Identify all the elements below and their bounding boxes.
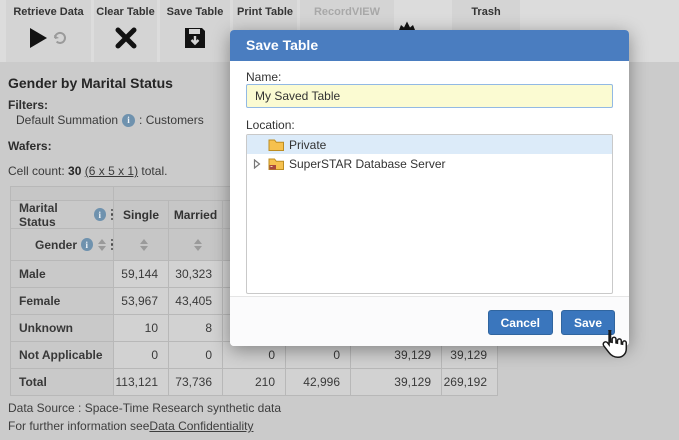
menu-dots-icon[interactable] bbox=[111, 209, 113, 220]
filter-item: Default Summation i : Customers bbox=[16, 113, 204, 127]
row-label: Total bbox=[11, 369, 114, 396]
info-icon[interactable]: i bbox=[81, 238, 93, 251]
table-cell: 39,129 bbox=[351, 342, 442, 369]
confidentiality-prefix: For further information see bbox=[8, 419, 149, 433]
page-title: Gender by Marital Status bbox=[8, 75, 173, 91]
cell-count-value: 30 bbox=[68, 164, 81, 178]
column-header[interactable]: Married bbox=[169, 201, 223, 229]
tree-item-superstar-server[interactable]: SuperSTAR Database Server bbox=[247, 154, 612, 173]
save-table-dialog: Save Table Name: Location: Private Super… bbox=[230, 30, 629, 346]
dialog-footer: Cancel Save bbox=[230, 296, 629, 346]
column-header[interactable]: Single bbox=[114, 201, 169, 229]
table-cell: 73,736 bbox=[169, 369, 223, 396]
table-cell: 8 bbox=[169, 315, 223, 342]
tree-item-label: SuperSTAR Database Server bbox=[289, 157, 446, 171]
row-label: Not Applicable bbox=[11, 342, 114, 369]
expand-caret-icon[interactable] bbox=[253, 159, 261, 169]
table-row: Not Applicable 0 0 0 0 39,129 39,129 bbox=[11, 342, 498, 369]
table-row-total: Total 113,121 73,736 210 42,996 39,129 2… bbox=[11, 369, 498, 396]
table-cell: 10 bbox=[114, 315, 169, 342]
table-cell: 39,129 bbox=[442, 342, 498, 369]
retrieve-data-button[interactable]: Retrieve Data bbox=[6, 0, 91, 62]
cell-count-link[interactable]: (6 x 5 x 1) bbox=[85, 164, 138, 178]
info-icon[interactable]: i bbox=[94, 208, 106, 221]
table-cell: 59,144 bbox=[114, 261, 169, 288]
location-tree: Private SuperSTAR Database Server bbox=[246, 134, 613, 294]
table-cell: 0 bbox=[286, 342, 351, 369]
folder-icon bbox=[268, 138, 284, 151]
tree-item-label: Private bbox=[289, 138, 326, 152]
name-input[interactable] bbox=[246, 84, 613, 108]
sort-icon[interactable] bbox=[98, 239, 106, 251]
row-label: Female bbox=[11, 288, 114, 315]
table-cell: 210 bbox=[223, 369, 286, 396]
refresh-icon bbox=[52, 30, 68, 46]
save-floppy-icon bbox=[183, 26, 207, 50]
table-cell: 53,967 bbox=[114, 288, 169, 315]
sort-icon[interactable] bbox=[194, 239, 202, 251]
column-variable-cell[interactable]: Marital Status i bbox=[11, 201, 114, 229]
filter-value: : Customers bbox=[139, 113, 204, 127]
cell-count: Cell count: 30 (6 x 5 x 1) total. bbox=[8, 164, 167, 178]
table-cell: 0 bbox=[223, 342, 286, 369]
table-cell: 43,405 bbox=[169, 288, 223, 315]
recordview-label: RecordVIEW bbox=[314, 6, 380, 18]
confidentiality-note: For further information seeData Confiden… bbox=[8, 419, 253, 433]
column-variable-label: Marital Status bbox=[19, 201, 90, 229]
tree-item-private[interactable]: Private bbox=[247, 135, 612, 154]
clear-table-button[interactable]: Clear Table bbox=[94, 0, 157, 62]
gear-icon[interactable] bbox=[396, 18, 422, 30]
table-cell: 113,121 bbox=[114, 369, 169, 396]
table-cell: 0 bbox=[169, 342, 223, 369]
name-label: Name: bbox=[246, 70, 281, 84]
save-table-label: Save Table bbox=[167, 6, 224, 18]
table-cell: 39,129 bbox=[351, 369, 442, 396]
table-cell: 0 bbox=[114, 342, 169, 369]
menu-dots-icon[interactable] bbox=[111, 239, 113, 250]
table-cell: 42,996 bbox=[286, 369, 351, 396]
dialog-title: Save Table bbox=[230, 30, 629, 61]
clear-table-label: Clear Table bbox=[96, 6, 155, 18]
clear-x-icon bbox=[114, 26, 138, 50]
data-confidentiality-link[interactable]: Data Confidentiality bbox=[149, 419, 253, 433]
cell-count-prefix: Cell count: bbox=[8, 164, 68, 178]
wafers-label: Wafers: bbox=[8, 139, 52, 153]
filter-name: Default Summation bbox=[16, 113, 118, 127]
trash-label: Trash bbox=[471, 6, 500, 18]
retrieve-data-label: Retrieve Data bbox=[13, 6, 83, 18]
table-cell: 269,192 bbox=[442, 369, 498, 396]
info-icon[interactable]: i bbox=[122, 114, 135, 127]
row-label: Unknown bbox=[11, 315, 114, 342]
cell-count-suffix: total. bbox=[138, 164, 167, 178]
hand-cursor bbox=[596, 327, 630, 366]
table-cell: 30,323 bbox=[169, 261, 223, 288]
cancel-button[interactable]: Cancel bbox=[488, 310, 553, 335]
filters-label: Filters: bbox=[8, 98, 48, 112]
play-icon bbox=[30, 28, 47, 48]
print-table-label: Print Table bbox=[237, 6, 293, 18]
row-variable-cell[interactable]: Gender i bbox=[11, 229, 114, 261]
row-label: Male bbox=[11, 261, 114, 288]
database-folder-icon bbox=[268, 157, 284, 170]
save-table-button[interactable]: Save Table bbox=[160, 0, 230, 62]
row-variable-label: Gender bbox=[35, 238, 77, 252]
data-source-note: Data Source : Space-Time Research synthe… bbox=[8, 401, 281, 415]
location-label: Location: bbox=[246, 118, 295, 132]
sort-icon[interactable] bbox=[140, 239, 148, 251]
